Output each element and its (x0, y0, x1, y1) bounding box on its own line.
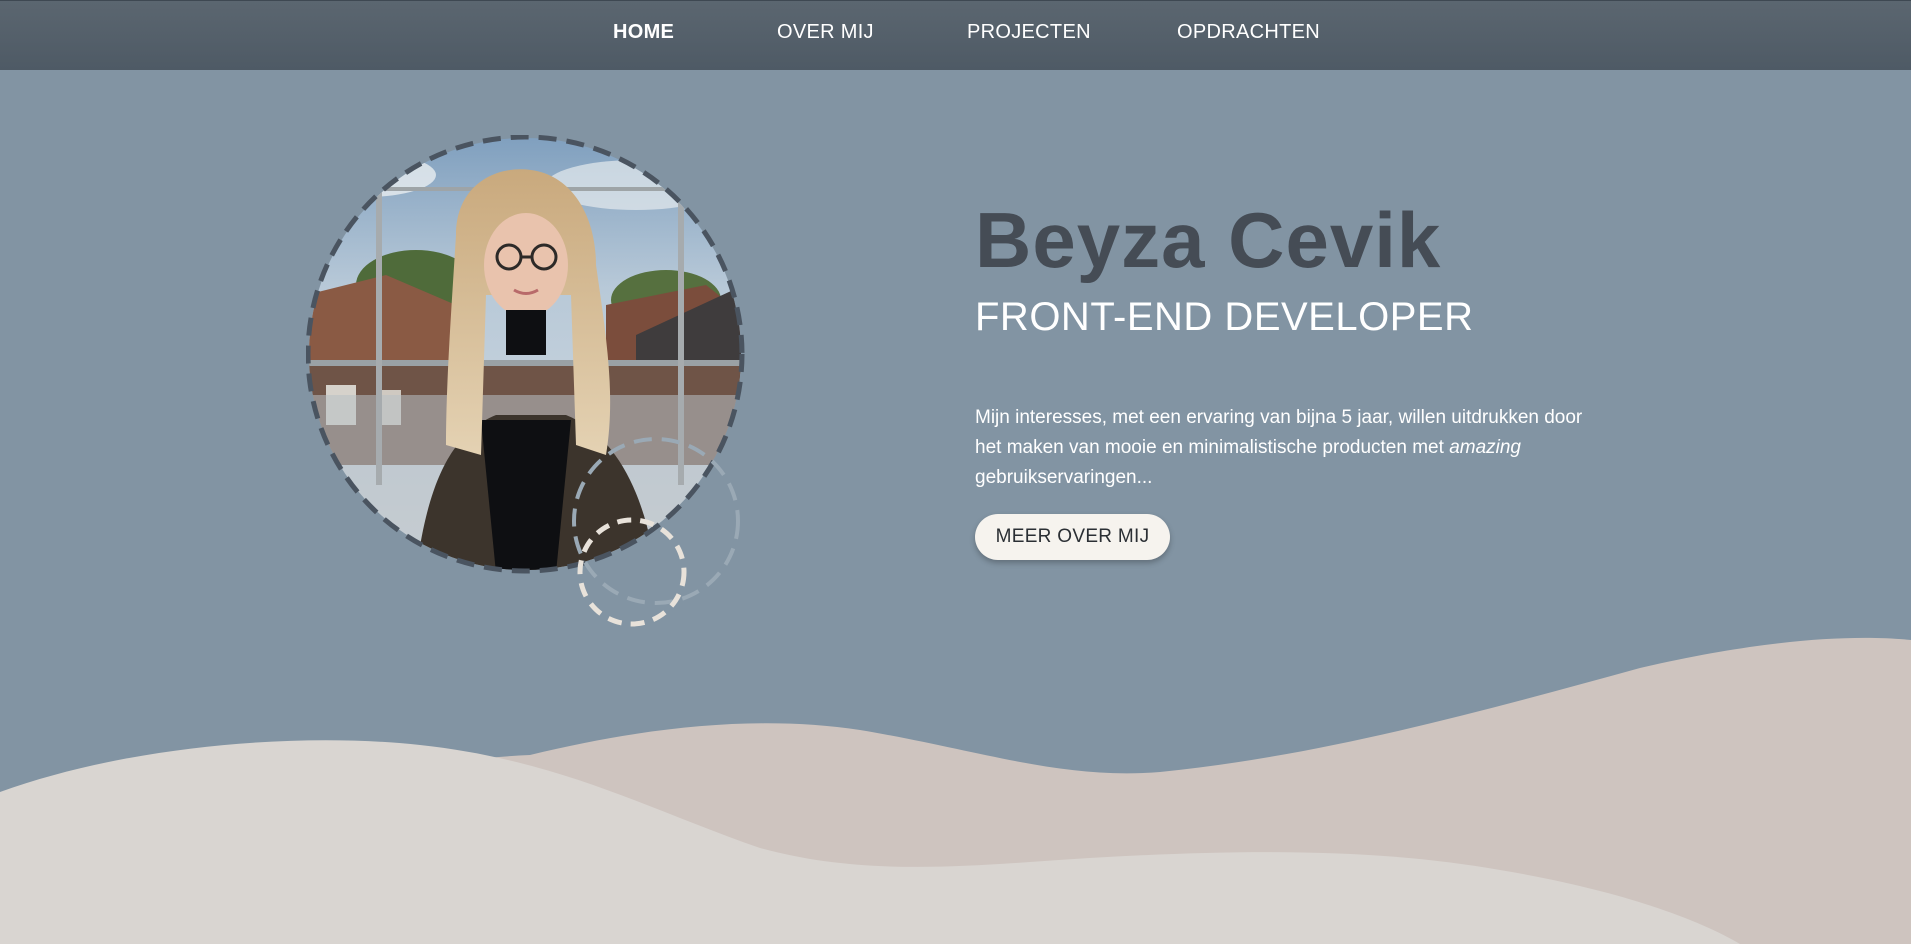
top-navigation: HOME OVER MIJ PROJECTEN OPDRACHTEN (0, 0, 1911, 70)
nav-opdrachten[interactable]: OPDRACHTEN (1177, 21, 1320, 44)
hero-intro: Mijn interesses, met een ervaring van bi… (975, 403, 1595, 493)
hero-intro-part2: gebruikservaringen... (975, 467, 1153, 488)
dashed-circle-icon (572, 437, 740, 605)
hero-intro-emphasis: amazing (1449, 437, 1522, 458)
background-waves (0, 637, 1911, 944)
hero-name: Beyza Cevik (975, 196, 1442, 284)
page: HOME OVER MIJ PROJECTEN OPDRACHTEN Beyza… (0, 0, 1911, 944)
nav-over-mij[interactable]: OVER MIJ (777, 21, 874, 44)
nav-projecten[interactable]: PROJECTEN (967, 21, 1091, 44)
nav-home[interactable]: HOME (613, 21, 674, 44)
meer-over-mij-button[interactable]: MEER OVER MIJ (975, 514, 1170, 560)
dashed-circle-decoration (306, 135, 745, 627)
profile-photo-area (306, 135, 745, 627)
dashed-circle-icon (577, 517, 687, 627)
dashed-circle-icon (306, 135, 745, 574)
hero-role: FRONT-END DEVELOPER (975, 295, 1474, 339)
